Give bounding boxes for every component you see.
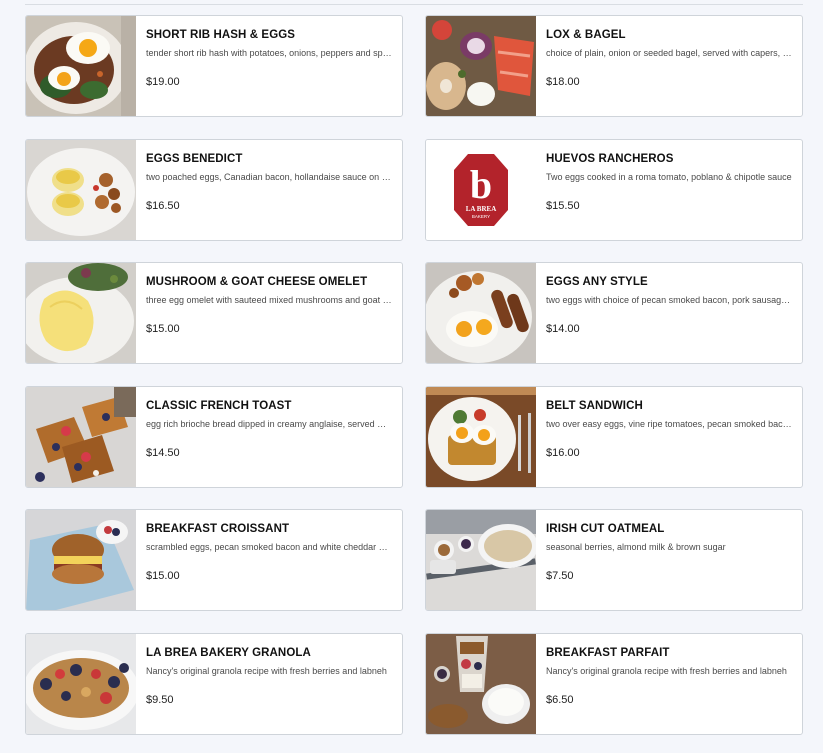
menu-item-card[interactable]: LOX & BAGEL choice of plain, onion or se… — [425, 15, 803, 117]
item-price: $9.50 — [146, 693, 174, 706]
item-description: seasonal berries, almond milk & brown su… — [546, 542, 726, 552]
item-description: scrambled eggs, pecan smoked bacon and w… — [146, 542, 392, 552]
item-description: three egg omelet with sauteed mixed mush… — [146, 295, 392, 305]
item-price: $16.50 — [146, 199, 180, 212]
item-name: HUEVOS RANCHEROS — [546, 152, 674, 165]
item-name: BREAKFAST PARFAIT — [546, 646, 670, 659]
item-name: EGGS BENEDICT — [146, 152, 243, 165]
menu-item-card[interactable]: BELT SANDWICH two over easy eggs, vine r… — [425, 385, 803, 488]
item-price: $14.00 — [546, 323, 580, 335]
item-name: MUSHROOM & GOAT CHEESE OMELET — [146, 276, 368, 288]
eggs-benedict-photo — [26, 139, 136, 240]
item-name: IRISH CUT OATMEAL — [546, 523, 665, 535]
item-price: $15.50 — [546, 199, 580, 212]
svg-text:BAKERY: BAKERY — [472, 214, 490, 219]
short-rib-hash-photo — [26, 16, 136, 116]
menu-item-card[interactable]: BREAKFAST PARFAIT Nancy's original grano… — [425, 632, 803, 735]
item-description: Two eggs cooked in a roma tomato, poblan… — [546, 171, 792, 182]
french-toast-photo — [26, 386, 136, 487]
item-description: Nancy's original granola recipe with fre… — [546, 665, 787, 676]
item-name: BELT SANDWICH — [546, 399, 643, 412]
item-name: LOX & BAGEL — [546, 29, 626, 41]
svg-text:b: b — [470, 162, 492, 207]
menu-item-card[interactable]: MUSHROOM & GOAT CHEESE OMELET three egg … — [25, 262, 403, 364]
croissant-photo — [26, 510, 136, 610]
oatmeal-photo — [426, 510, 536, 610]
omelet-photo — [26, 263, 136, 363]
item-price: $6.50 — [546, 693, 574, 706]
granola-photo — [26, 633, 136, 734]
item-price: $15.00 — [146, 323, 180, 335]
menu-item-card[interactable]: EGGS BENEDICT two poached eggs, Canadian… — [25, 138, 403, 241]
item-name: EGGS ANY STYLE — [546, 276, 648, 288]
item-description: Nancy's original granola recipe with fre… — [146, 665, 387, 676]
top-divider — [25, 4, 803, 5]
item-price: $15.00 — [146, 570, 180, 582]
la-brea-bakery-logo: b LA BREA BAKERY — [426, 139, 536, 240]
menu-item-card[interactable]: CLASSIC FRENCH TOAST egg rich brioche br… — [25, 385, 403, 488]
menu-item-card[interactable]: SHORT RIB HASH & EGGS tender short rib h… — [25, 15, 403, 117]
lox-bagel-photo — [426, 16, 536, 116]
item-price: $7.50 — [546, 570, 574, 582]
menu-item-card[interactable]: IRISH CUT OATMEAL seasonal berries, almo… — [425, 509, 803, 611]
item-price: $18.00 — [546, 76, 580, 88]
item-description: choice of plain, onion or seeded bagel, … — [546, 48, 792, 58]
item-price: $19.00 — [146, 76, 180, 88]
item-description: tender short rib hash with potatoes, oni… — [146, 48, 392, 58]
item-description: two eggs with choice of pecan smoked bac… — [546, 295, 792, 305]
menu-item-card[interactable]: LA BREA BAKERY GRANOLA Nancy's original … — [25, 632, 403, 735]
item-price: $16.00 — [546, 446, 580, 459]
item-description: two over easy eggs, vine ripe tomatoes, … — [546, 418, 792, 429]
item-name: BREAKFAST CROISSANT — [146, 523, 290, 535]
svg-text:LA BREA: LA BREA — [466, 205, 497, 213]
menu-grid: SHORT RIB HASH & EGGS tender short rib h… — [25, 15, 803, 735]
menu-item-card[interactable]: b LA BREA BAKERY HUEVOS RANCHEROS Two eg… — [425, 138, 803, 241]
item-description: egg rich brioche bread dipped in creamy … — [146, 418, 392, 429]
eggs-any-style-photo — [426, 263, 536, 363]
item-name: LA BREA BAKERY GRANOLA — [146, 646, 311, 659]
item-price: $14.50 — [146, 446, 180, 459]
menu-item-card[interactable]: EGGS ANY STYLE two eggs with choice of p… — [425, 262, 803, 364]
item-name: SHORT RIB HASH & EGGS — [146, 29, 296, 41]
parfait-photo — [426, 633, 536, 734]
item-name: CLASSIC FRENCH TOAST — [146, 399, 292, 412]
menu-item-card[interactable]: BREAKFAST CROISSANT scrambled eggs, peca… — [25, 509, 403, 611]
belt-sandwich-photo — [426, 386, 536, 487]
item-description: two poached eggs, Canadian bacon, hollan… — [146, 171, 392, 182]
